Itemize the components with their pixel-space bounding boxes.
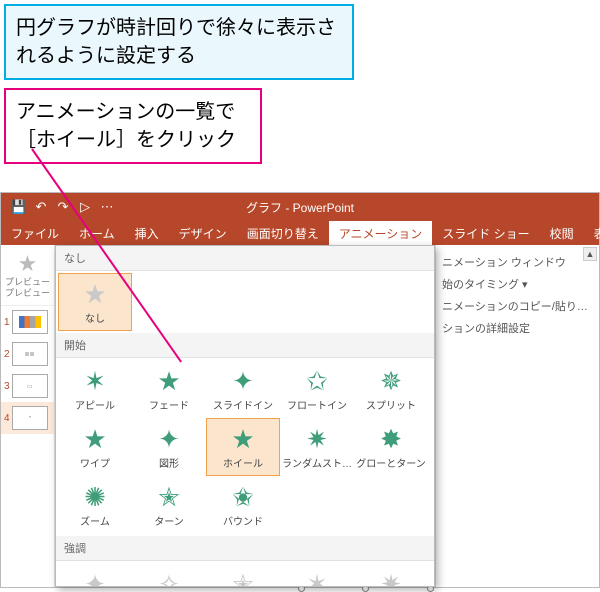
star-icon: ✷ <box>380 569 402 587</box>
thumb-num: 3 <box>4 381 10 392</box>
preview-button[interactable]: ★ プレビュー プレビュー <box>1 245 54 306</box>
anim-appear[interactable]: ✶アピール <box>58 360 132 418</box>
anim-seesaw[interactable]: ✭シーソー <box>206 563 280 587</box>
star-icon: ✶ <box>84 366 106 396</box>
title-bar: 💾 ↶ ↷ ▷ ⋯ グラフ - PowerPoint <box>1 193 599 221</box>
slide-thumb-3[interactable]: 3 ▭ <box>1 370 54 402</box>
advanced-animation-panel: ▲ ニメーション ウィンドウ 始のタイミング ▾ ニメーションのコピー/貼り付け… <box>435 245 599 587</box>
thumb-num: 4 <box>4 413 10 424</box>
star-icon: ✸ <box>380 424 402 454</box>
tab-animations[interactable]: アニメーション <box>329 221 433 245</box>
emphasis-grid: ✦パルス ✧カラー パルス ✭シーソー ✶スピン ✷拡大/収縮 <box>56 561 434 587</box>
anim-randomstripes[interactable]: ✷ランダムスト… <box>280 418 354 476</box>
tab-file[interactable]: ファイル <box>1 221 69 245</box>
anim-label: スプリット <box>366 397 416 412</box>
anim-label: フェード <box>149 397 189 412</box>
thumb-preview: ▭ <box>12 374 48 398</box>
tab-review[interactable]: 校閲 <box>540 221 584 245</box>
panel-text[interactable]: 始のタイミング ▾ <box>440 273 595 295</box>
anim-split[interactable]: ✵スプリット <box>354 360 428 418</box>
slide-thumb-4[interactable]: 4 ◔ <box>1 402 54 434</box>
anim-label: アピール <box>75 397 115 412</box>
thumb-preview <box>12 310 48 334</box>
thumb-num: 1 <box>4 317 10 328</box>
anim-label: ホイール <box>223 455 263 470</box>
gallery-area: なし ★ なし 開始 ✶アピール ★フェード ✦スライドイン ✩フロートイン ✵… <box>55 245 435 587</box>
panel-text[interactable]: ニメーションのコピー/貼り付け <box>440 295 595 317</box>
instruction-callout-2: アニメーションの一覧で［ホイール］をクリック <box>4 88 262 164</box>
star-icon: ✭ <box>158 482 180 512</box>
star-icon: ★ <box>231 424 254 454</box>
star-icon: ✦ <box>232 366 254 396</box>
thumb-preview: ◔ <box>12 406 48 430</box>
star-icon: ✦ <box>158 424 180 454</box>
anim-label: ズーム <box>80 513 110 528</box>
anim-glowturn[interactable]: ✸グローとターン <box>354 418 428 476</box>
anim-spin[interactable]: ✶スピン <box>280 563 354 587</box>
instruction-callout-1: 円グラフが時計回りで徐々に表示されるように設定する <box>4 4 354 80</box>
anim-bounce[interactable]: ✬バウンド <box>206 476 280 534</box>
undo-icon[interactable]: ↶ <box>33 199 49 215</box>
star-icon: ✭ <box>232 569 254 587</box>
slide-thumb-2[interactable]: 2 ≣≣ <box>1 338 54 370</box>
start-grid: ✶アピール ★フェード ✦スライドイン ✩フロートイン ✵スプリット ★ワイプ … <box>56 358 434 536</box>
thumb-preview: ≣≣ <box>12 342 48 366</box>
tab-slideshow[interactable]: スライド ショー <box>432 221 539 245</box>
anim-label: バウンド <box>223 513 263 528</box>
panel-text: ションの詳細設定 <box>440 317 595 339</box>
anim-growshrink[interactable]: ✷拡大/収縮 <box>354 563 428 587</box>
star-icon: ✷ <box>306 424 328 454</box>
preview-star-icon: ★ <box>18 251 38 277</box>
save-icon[interactable]: 💾 <box>11 199 27 215</box>
anim-fade[interactable]: ★フェード <box>132 360 206 418</box>
panel-text[interactable]: ニメーション ウィンドウ <box>440 251 595 273</box>
star-icon: ✶ <box>306 569 328 587</box>
slideshow-start-icon[interactable]: ▷ <box>77 199 93 215</box>
anim-floatin[interactable]: ✩フロートイン <box>280 360 354 418</box>
anim-shape[interactable]: ✦図形 <box>132 418 206 476</box>
thumb-num: 2 <box>4 349 10 360</box>
powerpoint-window: 💾 ↶ ↷ ▷ ⋯ グラフ - PowerPoint ファイル ホーム 挿入 デ… <box>0 192 600 588</box>
anim-wipe[interactable]: ★ワイプ <box>58 418 132 476</box>
star-icon: ✬ <box>232 482 254 512</box>
anim-slidein[interactable]: ✦スライドイン <box>206 360 280 418</box>
anim-label: ランダムスト… <box>282 455 352 470</box>
star-icon: ✦ <box>84 569 106 587</box>
preview-dropdown-label: プレビュー <box>5 286 50 299</box>
anim-label: ワイプ <box>80 455 110 470</box>
anim-none[interactable]: ★ なし <box>58 273 132 331</box>
anim-label: なし <box>85 310 105 325</box>
anim-label: フロートイン <box>287 397 347 412</box>
slide-thumb-1[interactable]: 1 <box>1 306 54 338</box>
star-icon: ★ <box>157 366 180 396</box>
animation-gallery-popup: なし ★ なし 開始 ✶アピール ★フェード ✦スライドイン ✩フロートイン ✵… <box>55 245 435 587</box>
qat-more-icon[interactable]: ⋯ <box>99 199 115 215</box>
anim-label: 図形 <box>159 455 179 470</box>
star-icon: ✧ <box>158 569 180 587</box>
anim-colorpulse[interactable]: ✧カラー パルス <box>132 563 206 587</box>
anim-label: グローとターン <box>356 455 426 470</box>
tab-view[interactable]: 表示 <box>584 221 600 245</box>
tab-design[interactable]: デザイン <box>169 221 237 245</box>
tab-insert[interactable]: 挿入 <box>125 221 169 245</box>
anim-pulse[interactable]: ✦パルス <box>58 563 132 587</box>
work-area: ★ プレビュー プレビュー 1 2 ≣≣ 3 ▭ 4 ◔ な <box>1 245 599 587</box>
anim-wheel[interactable]: ★ホイール <box>206 418 280 476</box>
group-start-label: 開始 <box>56 333 434 358</box>
group-emphasis-label: 強調 <box>56 536 434 561</box>
star-icon: ★ <box>83 424 106 454</box>
anim-label: ターン <box>154 513 184 528</box>
scroll-up-button[interactable]: ▲ <box>583 247 597 261</box>
left-column: ★ プレビュー プレビュー 1 2 ≣≣ 3 ▭ 4 ◔ <box>1 245 55 587</box>
anim-turn[interactable]: ✭ターン <box>132 476 206 534</box>
quick-access-toolbar: 💾 ↶ ↷ ▷ ⋯ <box>1 199 125 215</box>
anim-label: スライドイン <box>213 397 273 412</box>
star-icon: ★ <box>83 279 106 309</box>
star-icon: ✵ <box>380 366 402 396</box>
tab-transitions[interactable]: 画面切り替え <box>237 221 329 245</box>
star-icon: ✺ <box>84 482 106 512</box>
star-icon: ✩ <box>306 366 328 396</box>
anim-zoom[interactable]: ✺ズーム <box>58 476 132 534</box>
